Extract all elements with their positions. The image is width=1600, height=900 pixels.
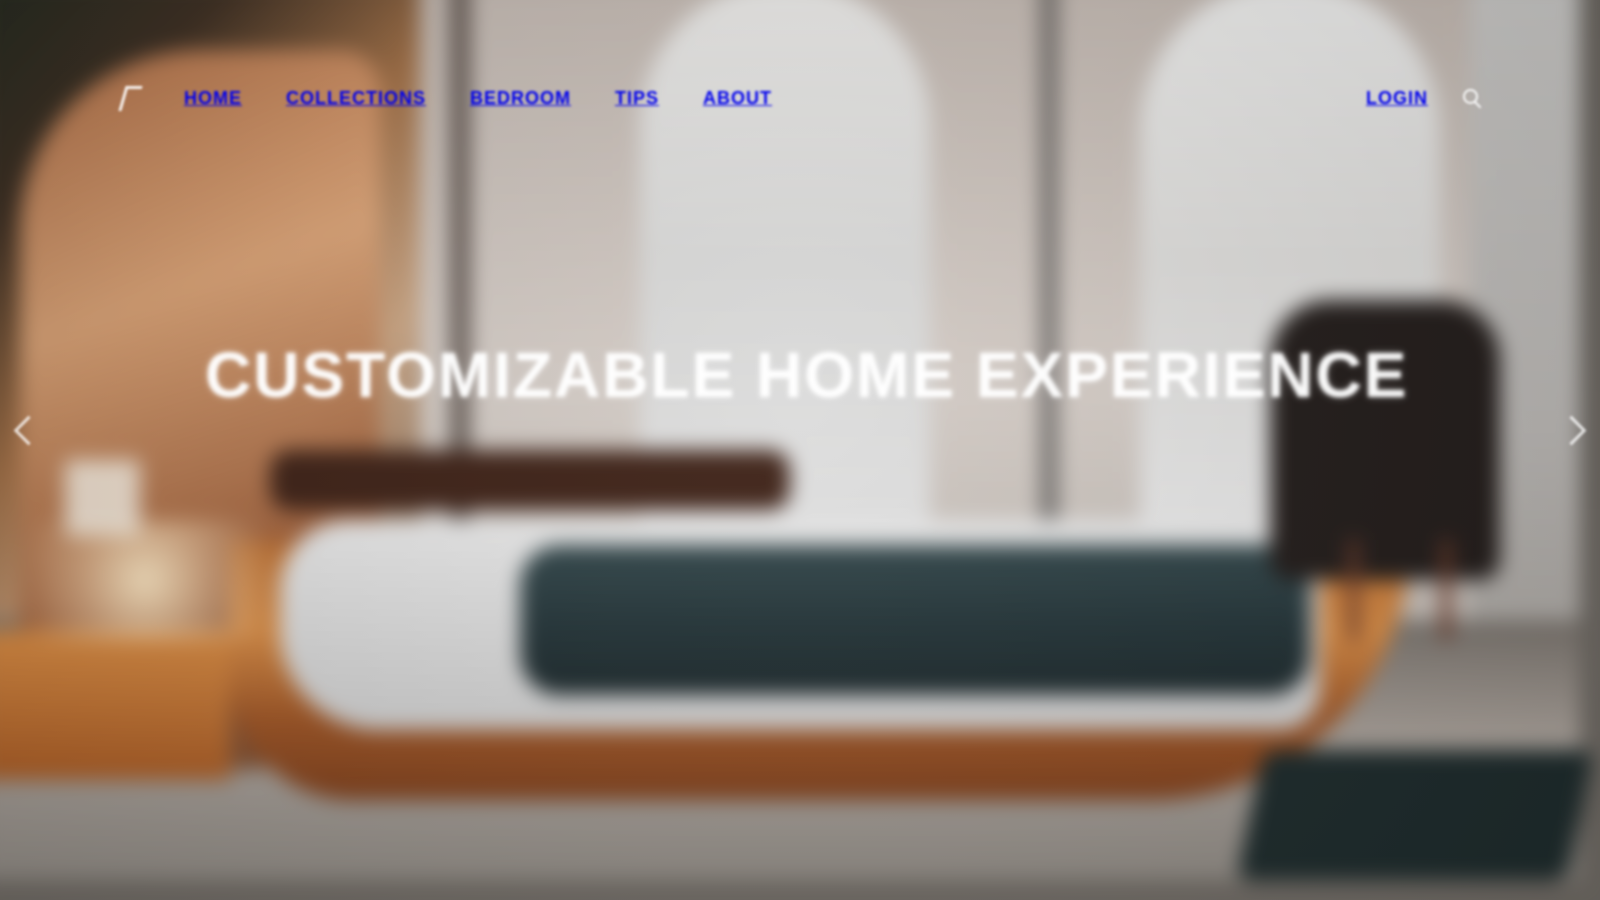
hero-copy: CUSTOMIZABLE HOME EXPERIENCE xyxy=(205,339,1409,431)
nav-collections-link[interactable]: Collections xyxy=(286,88,426,109)
brand-logo-icon[interactable] xyxy=(118,84,140,112)
login-link[interactable]: Login xyxy=(1366,88,1428,109)
nav-about-link[interactable]: About xyxy=(703,88,772,109)
nav-left-group: Home Collections Bedroom Tips About xyxy=(118,80,772,116)
search-icon[interactable] xyxy=(1462,88,1482,108)
hero-banner: Home Collections Bedroom Tips About Logi… xyxy=(0,0,1600,900)
chevron-right-icon[interactable] xyxy=(1562,405,1592,463)
hero-overlay xyxy=(0,0,1600,900)
nav-tips-link[interactable]: Tips xyxy=(615,88,659,109)
nav-home-link[interactable]: Home xyxy=(184,88,242,109)
nav-right-group: Login xyxy=(1366,80,1482,116)
nav-bedroom-link[interactable]: Bedroom xyxy=(470,88,571,109)
chevron-left-icon[interactable] xyxy=(8,405,38,463)
top-navigation: Home Collections Bedroom Tips About Logi… xyxy=(118,80,1482,116)
hero-title: CUSTOMIZABLE HOME EXPERIENCE xyxy=(205,339,1409,411)
